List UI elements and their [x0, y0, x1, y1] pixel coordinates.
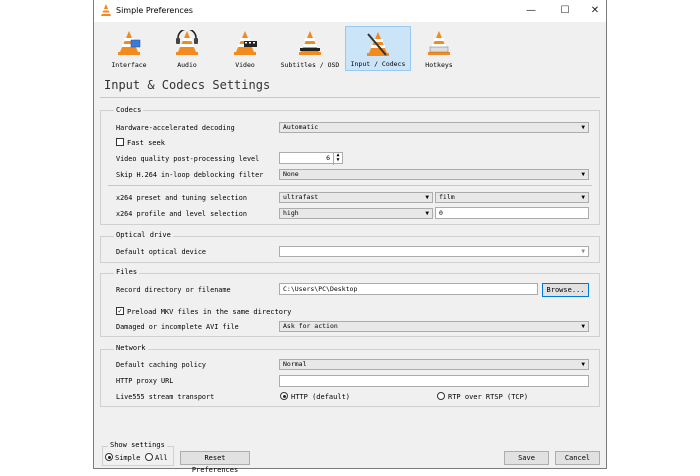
- codecs-divider: [108, 185, 592, 186]
- http-proxy-label: HTTP proxy URL: [116, 377, 174, 385]
- network-group-title: Network: [114, 344, 148, 352]
- audio-icon: [176, 30, 198, 55]
- cancel-button[interactable]: Cancel: [555, 451, 600, 465]
- interface-icon: [118, 31, 141, 55]
- tab-label: Hotkeys: [425, 61, 453, 69]
- spin-arrows-icon[interactable]: ▲ ▼: [333, 153, 342, 165]
- chevron-down-icon: ▼: [581, 194, 585, 201]
- chevron-down-icon: ▼: [581, 248, 585, 255]
- http-proxy-input[interactable]: [279, 375, 589, 387]
- x264-tune-value: film: [439, 193, 455, 201]
- fast-seek-checkbox[interactable]: [116, 138, 124, 146]
- preload-mkv-checkbox[interactable]: ✓: [116, 307, 124, 315]
- x264-level-input[interactable]: 0: [435, 207, 589, 219]
- chevron-down-icon: ▼: [581, 323, 585, 330]
- hw-decoding-select[interactable]: Automatic ▼: [279, 122, 589, 133]
- page-title: Input & Codecs Settings: [104, 78, 271, 92]
- optical-device-select[interactable]: ▼: [279, 246, 589, 257]
- chevron-down-icon: ▼: [581, 171, 585, 178]
- tab-label: Interface: [111, 61, 147, 69]
- heading-divider: [100, 97, 600, 98]
- tab-label: Audio: [177, 61, 197, 69]
- tab-label: Input / Codecs: [350, 60, 406, 68]
- record-dir-input[interactable]: C:\Users\PC\Desktop: [279, 283, 538, 295]
- simple-label: Simple: [115, 454, 141, 462]
- x264-profile-select[interactable]: high ▼: [279, 208, 433, 219]
- show-settings-title: Show settings: [108, 441, 167, 449]
- tab-label: Video: [235, 61, 255, 69]
- video-icon: [234, 31, 257, 55]
- all-radio[interactable]: [145, 453, 153, 461]
- x264-profile-value: high: [283, 209, 299, 217]
- window-title: Simple Preferences: [116, 6, 193, 15]
- codecs-group-title: Codecs: [114, 106, 144, 114]
- tab-video[interactable]: Video: [216, 26, 274, 71]
- skip-filter-select[interactable]: None ▼: [279, 169, 589, 180]
- caching-policy-value: Normal: [283, 360, 307, 368]
- all-label: All: [155, 454, 168, 462]
- http-default-radio[interactable]: [280, 392, 288, 400]
- preload-mkv-label: Preload MKV files in the same directory: [127, 308, 292, 316]
- skip-filter-value: None: [283, 170, 299, 178]
- category-toolbar: Interface Audio Video Subtitles / OSD In…: [94, 22, 606, 74]
- tab-audio[interactable]: Audio: [158, 26, 216, 71]
- optical-device-label: Default optical device: [116, 248, 207, 256]
- x264-preset-value: ultrafast: [283, 193, 319, 201]
- hw-decoding-label: Hardware-accelerated decoding: [116, 124, 235, 132]
- chevron-down-icon: ▼: [581, 361, 585, 368]
- skip-filter-label: Skip H.264 in-loop deblocking filter: [116, 171, 264, 179]
- caching-policy-label: Default caching policy: [116, 361, 207, 369]
- http-default-label: HTTP (default): [291, 393, 351, 401]
- avi-file-label: Damaged or incomplete AVI file: [116, 323, 239, 331]
- rtp-rtsp-label: RTP over RTSP (TCP): [448, 393, 529, 401]
- x264-preset-select[interactable]: ultrafast ▼: [279, 192, 433, 203]
- record-dir-value: C:\Users\PC\Desktop: [283, 285, 358, 293]
- x264-profile-label: x264 profile and level selection: [116, 210, 247, 218]
- x264-tune-select[interactable]: film ▼: [435, 192, 589, 203]
- maximize-button[interactable]: ☐: [548, 2, 582, 20]
- avi-file-select[interactable]: Ask for action ▼: [279, 321, 589, 332]
- preferences-window: Simple Preferences — ☐ ✕ Interface Audio: [93, 0, 607, 474]
- live555-label: Live555 stream transport: [116, 393, 215, 401]
- subtitles-icon: [299, 31, 321, 55]
- vq-level-spinbox[interactable]: 6 ▲ ▼: [279, 152, 343, 165]
- x264-preset-label: x264 preset and tuning selection: [116, 194, 247, 202]
- close-button[interactable]: ✕: [578, 2, 612, 20]
- vq-level-label: Video quality post-processing level: [116, 155, 260, 163]
- avi-file-value: Ask for action: [283, 322, 338, 330]
- hotkeys-icon: [428, 31, 450, 55]
- rtp-rtsp-radio[interactable]: [437, 392, 445, 400]
- chevron-down-icon: ▼: [581, 124, 585, 131]
- browse-button[interactable]: Browse...: [542, 283, 589, 297]
- record-dir-label: Record directory or filename: [116, 286, 231, 294]
- fast-seek-label: Fast seek: [127, 139, 165, 147]
- chevron-down-icon: ▼: [425, 194, 429, 201]
- vq-level-value: 6: [326, 154, 330, 162]
- title-bar: Simple Preferences — ☐ ✕: [94, 0, 606, 22]
- optical-group-title: Optical drive: [114, 231, 173, 239]
- chevron-down-icon: ▼: [425, 210, 429, 217]
- minimize-button[interactable]: —: [514, 2, 548, 20]
- caching-policy-select[interactable]: Normal ▼: [279, 359, 589, 370]
- vlc-cone-icon: [101, 4, 111, 16]
- input-codecs-icon: [367, 32, 389, 56]
- x264-level-value: 0: [439, 209, 443, 217]
- tab-hotkeys[interactable]: Hotkeys: [412, 26, 466, 71]
- tab-subtitles-osd[interactable]: Subtitles / OSD: [274, 26, 346, 71]
- save-button[interactable]: Save: [504, 451, 549, 465]
- tab-interface[interactable]: Interface: [100, 26, 158, 71]
- reset-preferences-button[interactable]: Reset Preferences: [180, 451, 250, 474]
- simple-radio[interactable]: [105, 453, 113, 461]
- tab-label: Subtitles / OSD: [280, 61, 340, 69]
- tab-input-codecs[interactable]: Input / Codecs: [345, 26, 411, 71]
- hw-decoding-value: Automatic: [283, 123, 319, 131]
- files-group-title: Files: [114, 268, 140, 276]
